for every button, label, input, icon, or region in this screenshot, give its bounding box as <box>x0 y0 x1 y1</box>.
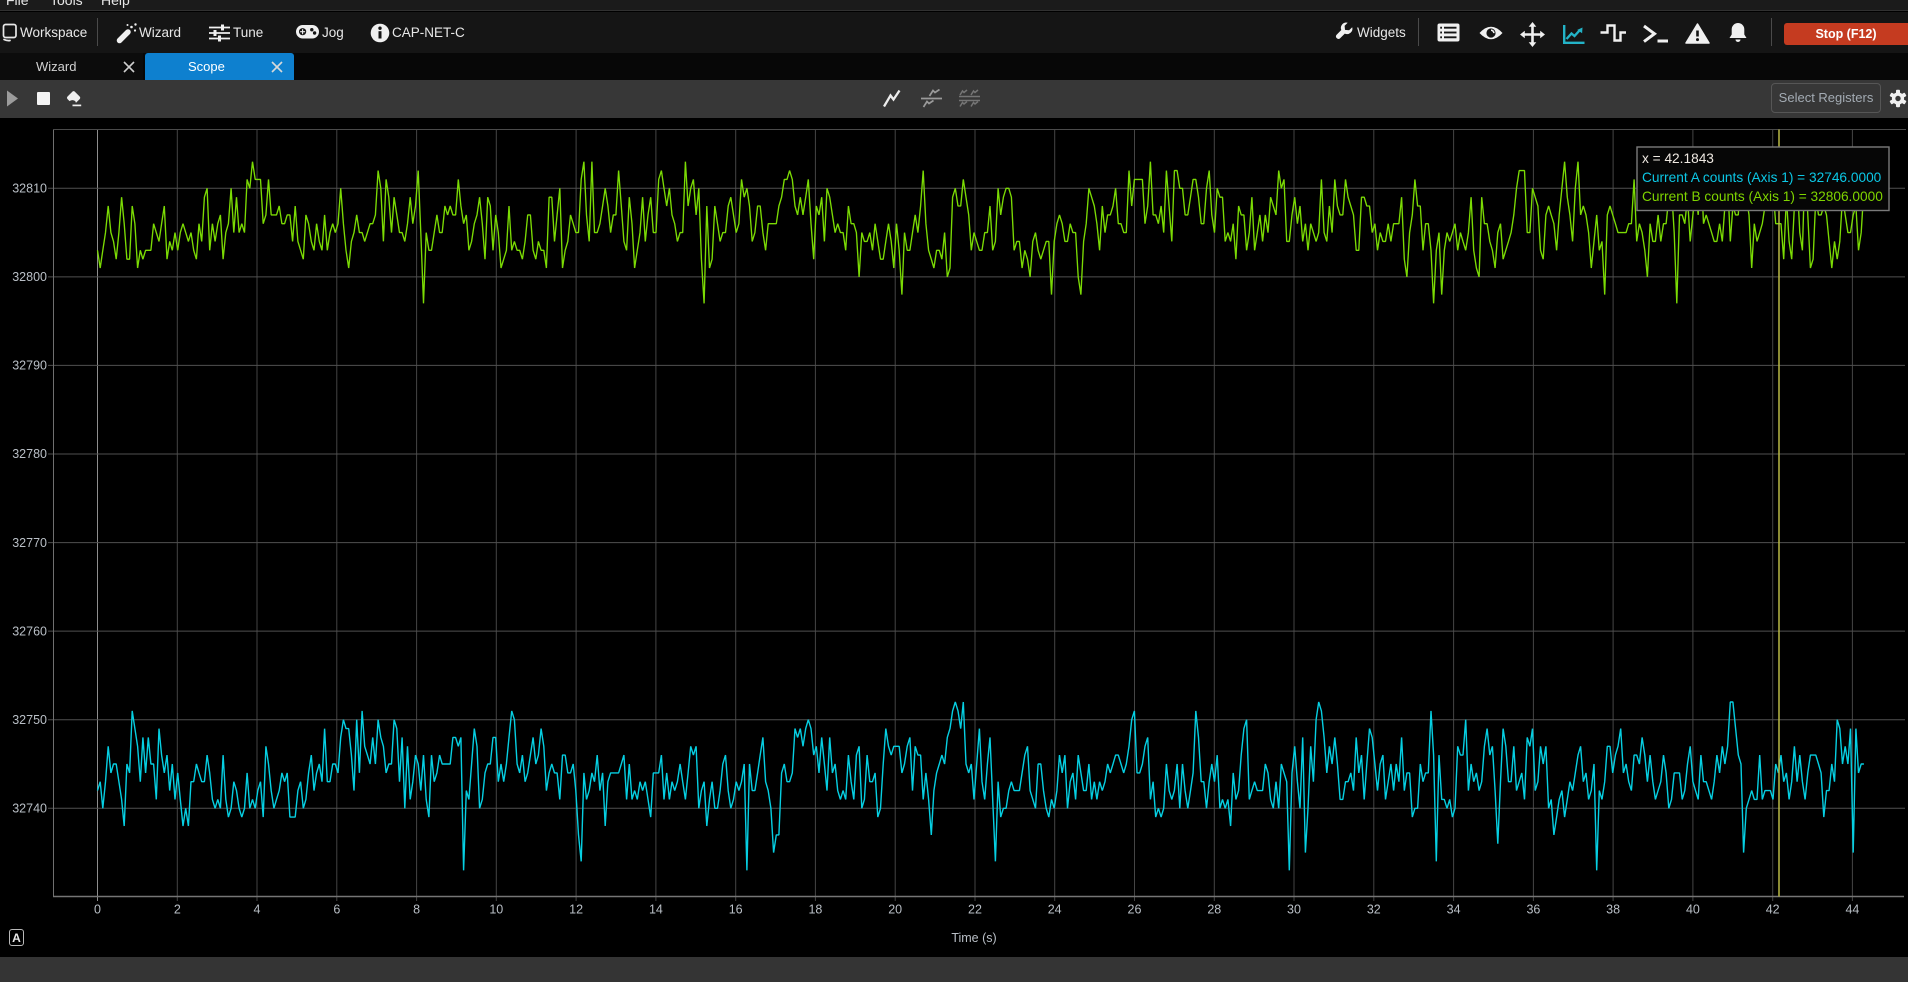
svg-text:44: 44 <box>1845 903 1859 917</box>
svg-text:20: 20 <box>888 903 902 917</box>
svg-text:40: 40 <box>1686 903 1700 917</box>
svg-text:32: 32 <box>1367 903 1381 917</box>
svg-text:2: 2 <box>174 903 181 917</box>
svg-text:14: 14 <box>649 903 663 917</box>
svg-text:4: 4 <box>254 903 261 917</box>
svg-text:x = 42.1843: x = 42.1843 <box>1642 151 1714 166</box>
svg-text:32750: 32750 <box>12 713 47 727</box>
svg-text:0: 0 <box>94 903 101 917</box>
svg-text:10: 10 <box>489 903 503 917</box>
svg-text:32800: 32800 <box>12 270 47 284</box>
svg-text:Current B counts (Axis 1) = 32: Current B counts (Axis 1) = 32806.0000 <box>1642 189 1883 204</box>
svg-text:30: 30 <box>1287 903 1301 917</box>
svg-text:42: 42 <box>1766 903 1780 917</box>
svg-text:32740: 32740 <box>12 802 47 816</box>
svg-text:32770: 32770 <box>12 536 47 550</box>
svg-text:32760: 32760 <box>12 624 47 638</box>
svg-text:12: 12 <box>569 903 583 917</box>
svg-text:18: 18 <box>808 903 822 917</box>
svg-text:32790: 32790 <box>12 359 47 373</box>
svg-text:32780: 32780 <box>12 447 47 461</box>
svg-text:28: 28 <box>1207 903 1221 917</box>
svg-text:32810: 32810 <box>12 182 47 196</box>
svg-text:Time (s): Time (s) <box>951 931 996 945</box>
svg-text:22: 22 <box>968 903 982 917</box>
svg-text:36: 36 <box>1526 903 1540 917</box>
svg-text:Current A counts (Axis 1) = 32: Current A counts (Axis 1) = 32746.0000 <box>1642 170 1882 185</box>
svg-text:16: 16 <box>729 903 743 917</box>
svg-text:34: 34 <box>1447 903 1461 917</box>
svg-text:26: 26 <box>1128 903 1142 917</box>
svg-text:24: 24 <box>1048 903 1062 917</box>
svg-text:6: 6 <box>333 903 340 917</box>
svg-text:38: 38 <box>1606 903 1620 917</box>
svg-text:8: 8 <box>413 903 420 917</box>
